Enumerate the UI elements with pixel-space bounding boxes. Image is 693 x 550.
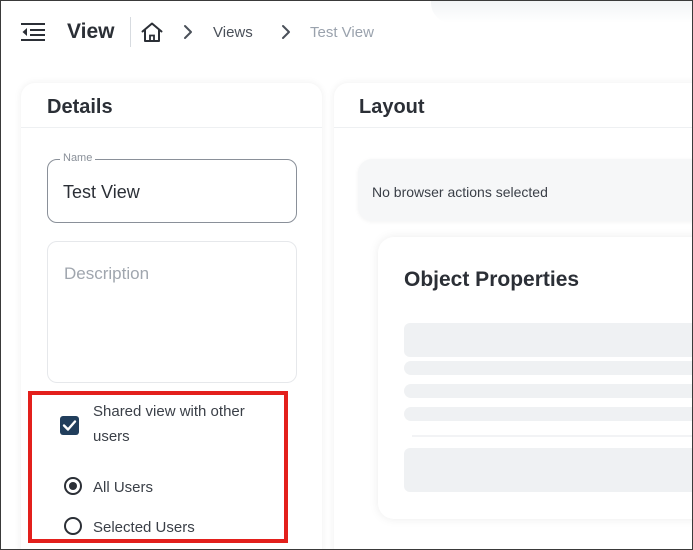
app-window: View Views Test View Details Name Test V… xyxy=(0,0,693,550)
browser-actions-text: No browser actions selected xyxy=(372,184,548,200)
name-field-value: Test View xyxy=(63,182,140,202)
skeleton-placeholder xyxy=(404,384,692,398)
object-properties-title: Object Properties xyxy=(404,268,580,291)
breadcrumb-current: Test View xyxy=(310,24,374,41)
highlight-annotation xyxy=(28,391,288,543)
skeleton-placeholder xyxy=(404,361,692,375)
panel-divider xyxy=(334,127,692,128)
panel-divider xyxy=(21,127,322,128)
object-properties-card: Object Properties xyxy=(378,237,692,519)
breadcrumb-views[interactable]: Views xyxy=(213,24,253,41)
skeleton-placeholder xyxy=(404,407,692,421)
name-field[interactable]: Name Test View xyxy=(47,152,297,223)
top-bar-decoration xyxy=(431,1,692,23)
page-title: View xyxy=(67,20,115,43)
skeleton-placeholder xyxy=(404,448,692,492)
top-bar: View Views Test View xyxy=(1,1,692,65)
title-divider xyxy=(130,17,131,47)
chevron-right-icon xyxy=(282,25,290,39)
description-field[interactable]: Description xyxy=(47,241,297,383)
menu-collapse-icon[interactable] xyxy=(21,22,47,42)
skeleton-placeholder xyxy=(404,323,692,357)
skeleton-divider xyxy=(412,435,692,437)
chevron-right-icon xyxy=(184,25,192,39)
home-icon[interactable] xyxy=(140,21,164,43)
name-field-label: Name xyxy=(60,152,96,164)
layout-title: Layout xyxy=(359,96,425,118)
details-title: Details xyxy=(47,96,113,118)
description-placeholder: Description xyxy=(64,264,150,283)
browser-actions-bar[interactable]: No browser actions selected xyxy=(358,159,692,221)
